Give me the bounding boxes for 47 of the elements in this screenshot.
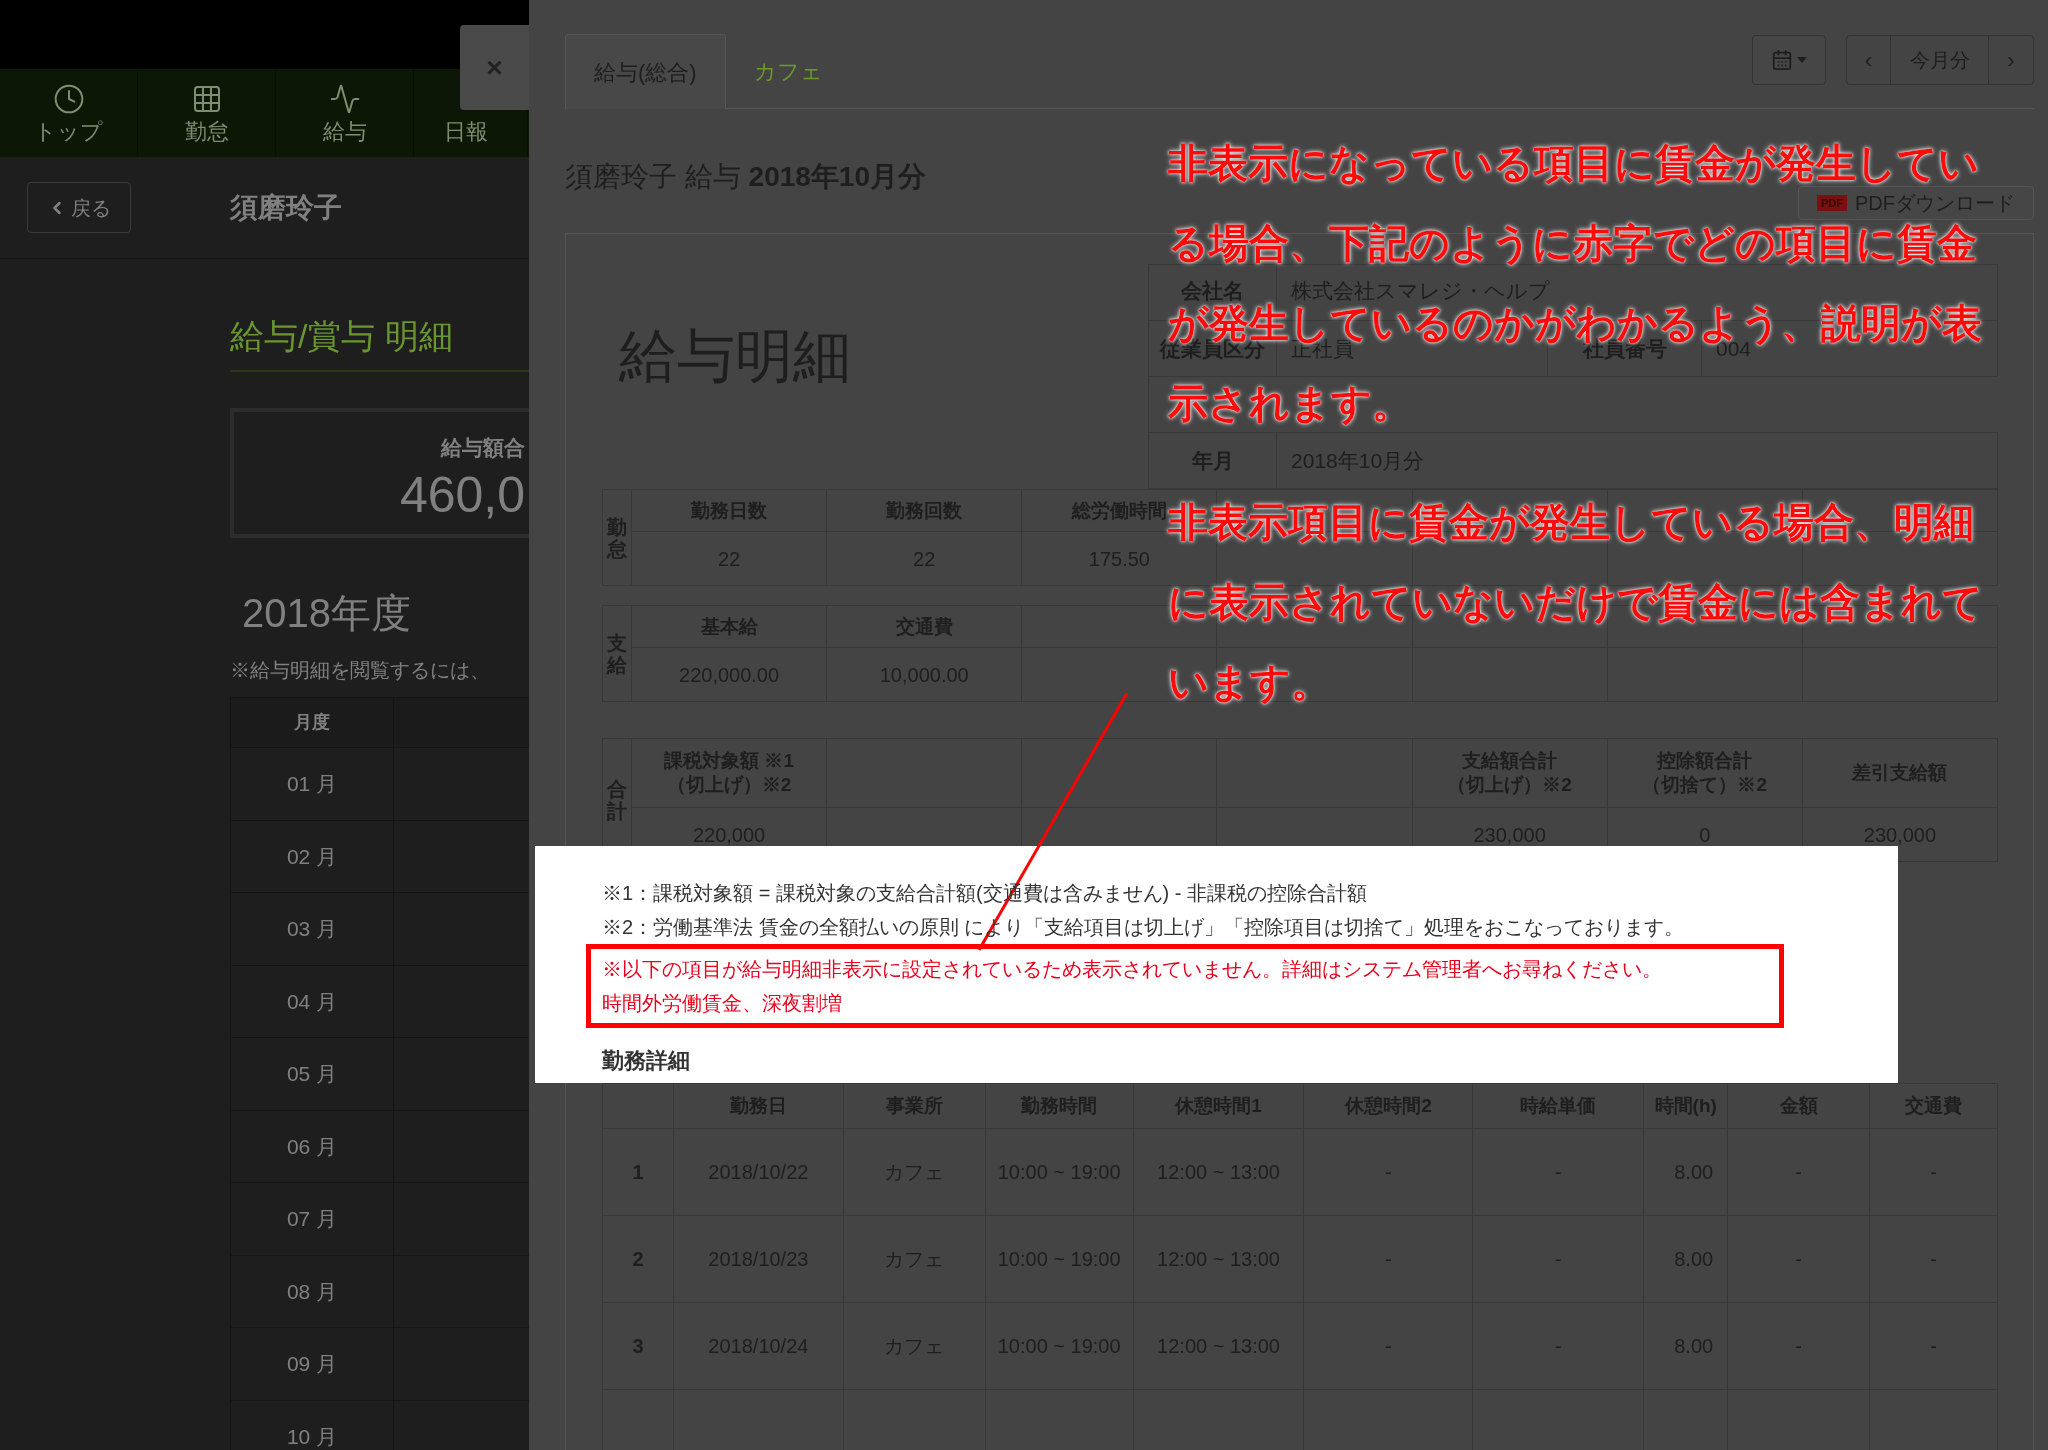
table-cell: - bbox=[1473, 1216, 1645, 1303]
callout-text: 非表示になっている項目に賃金が発生してい bbox=[1168, 143, 1979, 183]
callout-text: る場合、下記のように赤字でどの項目に賃金 bbox=[1168, 223, 1977, 263]
month-cell[interactable]: 05 月 bbox=[231, 1038, 394, 1111]
nav-item[interactable]: 給与 bbox=[322, 83, 367, 145]
month-cell[interactable]: 08 月 bbox=[231, 1255, 394, 1328]
employee-name: 須磨玲子 bbox=[230, 190, 342, 225]
nav-icon bbox=[328, 83, 361, 115]
month-cell[interactable]: 04 月 bbox=[231, 965, 394, 1038]
table-cell: - bbox=[1728, 1216, 1871, 1303]
calendar-icon bbox=[1771, 49, 1793, 71]
nav-item[interactable]: 日報 bbox=[443, 119, 488, 145]
month-cell[interactable]: 10 月 bbox=[231, 1400, 394, 1450]
tab[interactable]: カフェ bbox=[725, 34, 851, 108]
back-button[interactable]: 戻る bbox=[27, 182, 131, 233]
month-cell[interactable]: 06 月 bbox=[231, 1110, 394, 1183]
nav-item[interactable]: トップ bbox=[34, 83, 103, 145]
total-label: 給与額合 bbox=[441, 435, 525, 461]
table-cell: - bbox=[1473, 1303, 1645, 1390]
month-cell[interactable]: 01 月 bbox=[231, 748, 394, 821]
table-cell: - bbox=[1473, 1129, 1645, 1216]
month-cell[interactable]: 07 月 bbox=[231, 1183, 394, 1256]
table-cell: - bbox=[1728, 1129, 1871, 1216]
table-cell: - bbox=[1870, 1129, 1998, 1216]
month-cell[interactable]: 03 月 bbox=[231, 893, 394, 966]
table-cell: - bbox=[1304, 1303, 1474, 1390]
table-cell: - bbox=[1870, 1303, 1998, 1390]
table-cell: - bbox=[1870, 1216, 1998, 1303]
table-header: 月度 bbox=[231, 698, 394, 748]
month-cell[interactable]: 02 月 bbox=[231, 820, 394, 893]
pdf-badge: PDF bbox=[1817, 194, 1847, 212]
note-text: ※給与明細を閲覧するには、 bbox=[230, 658, 491, 683]
warning-text: ※以下の項目が給与明細非表示に設定されているため表示されていません。詳細はシステム管理者へお尋ねください。 bbox=[602, 957, 1663, 982]
detail-title: 勤務詳細 bbox=[602, 1047, 691, 1075]
table-cell: - bbox=[1304, 1216, 1474, 1303]
calendar-dropdown-button[interactable] bbox=[1752, 35, 1826, 85]
table-cell: - bbox=[1728, 1303, 1871, 1390]
month-cell[interactable]: 09 月 bbox=[231, 1328, 394, 1401]
caret-icon bbox=[1797, 57, 1807, 63]
callout-text: います。 bbox=[1168, 662, 1331, 702]
total-value: 460,0 bbox=[399, 469, 525, 520]
callout-text: 示されます。 bbox=[1168, 383, 1412, 423]
nav-item[interactable]: 勤怠 bbox=[184, 83, 229, 145]
year-title: 2018年度 bbox=[242, 590, 412, 637]
warning-text: 時間外労働賃金、深夜割増 bbox=[602, 991, 843, 1016]
table-cell: - bbox=[1304, 1129, 1474, 1216]
nav-icon bbox=[52, 83, 85, 115]
